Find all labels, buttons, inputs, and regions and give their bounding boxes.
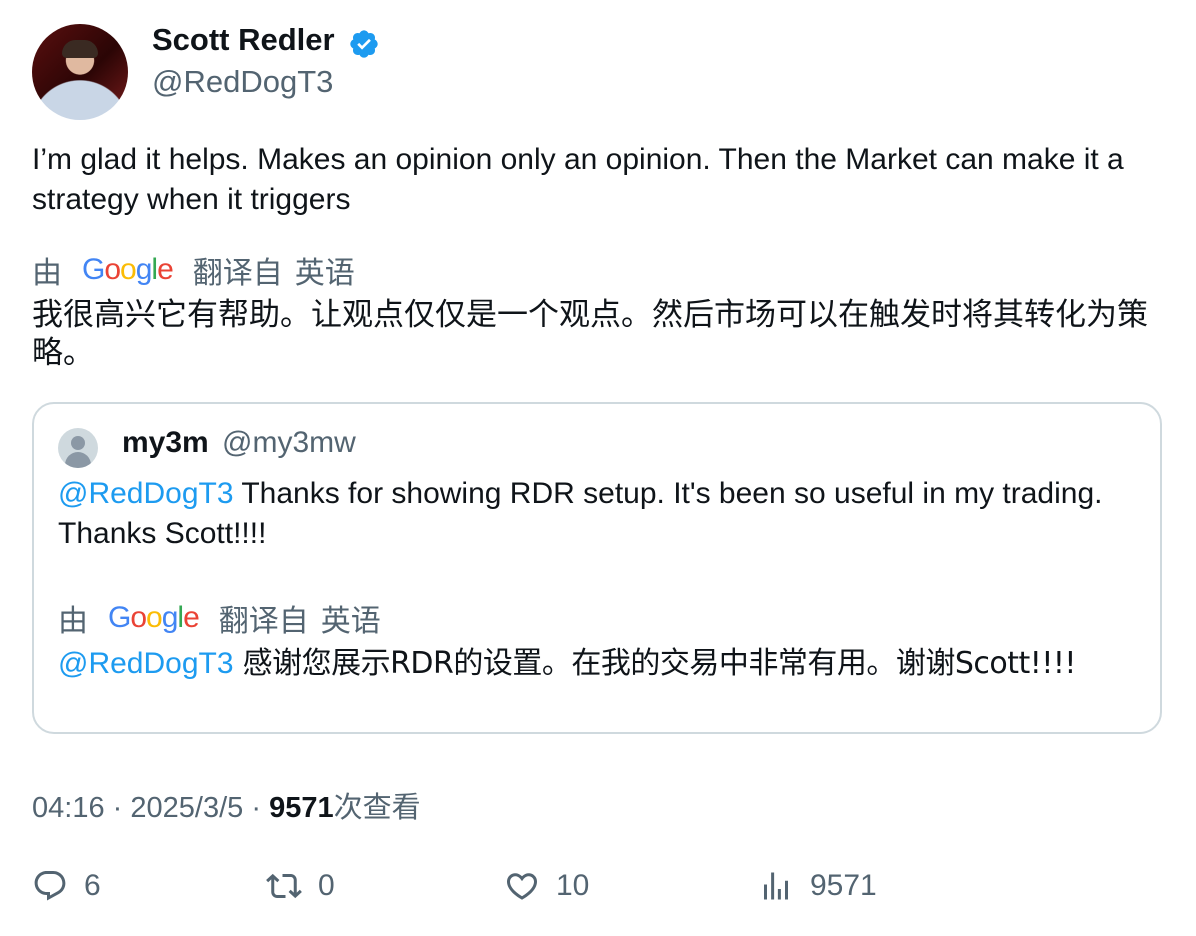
views-action-count: 9571 bbox=[810, 869, 877, 902]
heart-icon bbox=[506, 873, 538, 900]
google-logo: Google bbox=[82, 253, 174, 286]
verified-badge-icon bbox=[350, 30, 378, 58]
quoted-author-avatar[interactable] bbox=[58, 428, 98, 468]
author-name[interactable]: Scott Redler bbox=[152, 22, 335, 58]
quoted-author-handle[interactable]: @my3mw bbox=[222, 426, 356, 460]
tweet-date[interactable]: 2025/3/5 bbox=[130, 792, 243, 824]
retweet-count: 0 bbox=[318, 869, 335, 902]
quoted-translation-by-label: 由 bbox=[58, 605, 88, 638]
analytics-icon bbox=[764, 872, 788, 900]
like-button[interactable]: 10 bbox=[504, 868, 589, 904]
google-logo: Google bbox=[108, 601, 200, 634]
translation-by-label: 由 bbox=[32, 257, 62, 290]
retweet-button[interactable]: 0 bbox=[266, 868, 335, 904]
quoted-translated-body: 感谢您展示RDR的设置。在我的交易中非常有用。谢谢Scott!!!! bbox=[233, 646, 1077, 681]
views-button[interactable]: 9571 bbox=[758, 868, 877, 904]
quoted-tweet-text: @RedDogT3 Thanks for showing RDR setup. … bbox=[58, 474, 1138, 554]
mention-link[interactable]: @RedDogT3 bbox=[58, 477, 234, 510]
author-avatar[interactable] bbox=[32, 24, 128, 120]
tweet-meta: 04:16 · 2025/3/5 · 9571次查看 bbox=[32, 784, 421, 826]
quoted-translated-text: @RedDogT3 感谢您展示RDR的设置。在我的交易中非常有用。谢谢Scott… bbox=[58, 646, 1148, 682]
translated-text: 我很高兴它有帮助。让观点仅仅是一个观点。然后市场可以在触发时将其转化为策略。 bbox=[32, 297, 1148, 371]
views-label: 次查看 bbox=[333, 792, 421, 824]
translation-from-label: 翻译自 bbox=[192, 257, 283, 290]
translation-attribution: 由 Google 翻译自 英语 bbox=[32, 248, 355, 292]
tweet-text: I’m glad it helps. Makes an opinion only… bbox=[32, 143, 1124, 216]
meta-separator: · bbox=[251, 792, 261, 824]
views-count: 9571 bbox=[269, 792, 334, 824]
retweet-icon bbox=[266, 873, 302, 899]
quoted-translation-language: 英语 bbox=[320, 605, 381, 638]
quoted-translation-from-label: 翻译自 bbox=[218, 605, 309, 638]
reply-icon bbox=[34, 871, 66, 901]
author-handle[interactable]: @RedDogT3 bbox=[152, 64, 333, 100]
tweet-time[interactable]: 04:16 bbox=[32, 792, 105, 824]
translated-mention-link[interactable]: @RedDogT3 bbox=[58, 647, 234, 680]
reply-count: 6 bbox=[84, 869, 101, 902]
like-count: 10 bbox=[556, 869, 590, 902]
reply-button[interactable]: 6 bbox=[32, 868, 101, 904]
quoted-author-name[interactable]: my3m bbox=[122, 426, 209, 460]
meta-separator: · bbox=[112, 792, 123, 824]
translation-language: 英语 bbox=[294, 257, 355, 290]
quoted-translation-attribution: 由 Google 翻译自 英语 bbox=[58, 596, 381, 640]
